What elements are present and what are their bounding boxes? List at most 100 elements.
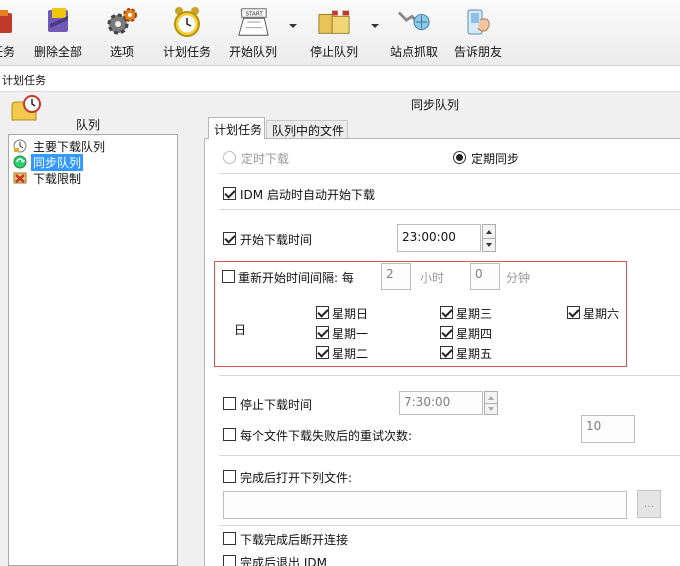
delete-all-button[interactable]: 删除全部	[30, 0, 86, 64]
retries-checkbox[interactable]	[223, 428, 236, 441]
start-queue-button[interactable]: START 开始队列	[226, 0, 280, 64]
one-time-label: 定时下载	[241, 152, 290, 166]
day-monday-checkbox[interactable]	[316, 326, 329, 339]
download-limit-icon	[13, 172, 27, 184]
start-queue-dropdown-icon[interactable]	[289, 24, 297, 28]
retries-label: 每个文件下载失败后的重试次数:	[240, 429, 413, 443]
stop-queue-label: 停止队列	[309, 45, 358, 59]
spin-down-icon	[488, 407, 494, 411]
queue-tree[interactable]: 主要下载队列 同步队列 下载限制	[8, 134, 178, 566]
days-label: 日	[234, 323, 247, 337]
separator	[219, 525, 680, 526]
sync-queue-icon	[13, 155, 27, 169]
tab-schedule[interactable]: 计划任务	[208, 117, 265, 139]
separator	[219, 173, 680, 174]
task-icon	[0, 5, 20, 39]
delete-all-icon	[41, 5, 75, 39]
open-file-checkbox[interactable]	[223, 470, 236, 483]
start-time-checkbox[interactable]	[223, 232, 236, 245]
stop-time-input[interactable]: 7:30:00	[399, 391, 483, 415]
site-grabber-label: 站点抓取	[389, 45, 438, 59]
day-wednesday-label: 星期三	[456, 307, 493, 321]
day-thursday-checkbox[interactable]	[440, 326, 453, 339]
periodic-sync-radio[interactable]	[453, 151, 466, 164]
main-queue-icon	[13, 139, 27, 153]
tree-item-main-queue[interactable]: 主要下载队列	[13, 138, 107, 154]
hangup-label: 下载完成后断开连接	[240, 533, 349, 547]
tree-item-label: 下载限制	[33, 171, 82, 186]
tree-item-label: 主要下载队列	[33, 139, 106, 154]
retries-input[interactable]: 10	[581, 415, 635, 443]
dialog-title: 计划任务	[0, 66, 680, 92]
hours-input[interactable]: 2	[381, 263, 411, 290]
tell-friend-button[interactable]: 告诉朋友	[452, 0, 504, 64]
gears-icon	[105, 5, 139, 39]
queue-header: 队列	[76, 118, 101, 132]
scheduler-label: 计划任务	[162, 45, 211, 59]
stop-time-checkbox[interactable]	[223, 397, 236, 410]
day-tuesday-label: 星期二	[332, 347, 369, 361]
task-button[interactable]: 任务	[0, 0, 20, 64]
start-time-spinner[interactable]	[482, 224, 496, 252]
tab-files-in-queue[interactable]: 队列中的文件	[266, 120, 348, 139]
hours-unit-label: 小时	[420, 271, 445, 285]
day-wednesday-checkbox[interactable]	[440, 306, 453, 319]
separator	[219, 209, 680, 210]
day-saturday-label: 星期六	[583, 307, 620, 321]
start-time-input[interactable]: 23:00:00	[397, 224, 481, 252]
day-monday-label: 星期一	[332, 327, 369, 341]
day-sunday-label: 星期日	[332, 307, 369, 321]
day-friday-checkbox[interactable]	[440, 346, 453, 359]
separator	[219, 455, 680, 456]
tree-item-sync-queue[interactable]: 同步队列	[13, 153, 84, 171]
stop-time-spinner[interactable]	[484, 391, 498, 415]
start-queue-label: 开始队列	[228, 45, 277, 59]
open-file-label: 完成后打开下列文件:	[240, 471, 353, 485]
start-queue-icon: START	[236, 5, 270, 39]
exit-idm-checkbox[interactable]	[223, 555, 236, 566]
day-thursday-label: 星期四	[456, 327, 493, 341]
task-label: 任务	[0, 45, 15, 59]
start-on-idm-label: IDM 启动时自动开始下载	[240, 188, 375, 202]
stop-queue-icon	[317, 5, 351, 39]
periodic-sync-label: 定期同步	[471, 152, 520, 166]
main-toolbar: 任务 删除全部 选项 计划任务 START 开始队列 停止队列 站	[0, 0, 680, 66]
minutes-unit-label: 分钟	[506, 271, 531, 285]
stop-time-label: 停止下载时间	[240, 398, 313, 412]
panel-title: 同步队列	[410, 98, 459, 112]
delete-all-label: 删除全部	[33, 45, 82, 59]
queue-sidebar: 队列 主要下载队列 同步队列 下载限制	[0, 92, 190, 566]
day-sunday-checkbox[interactable]	[316, 306, 329, 319]
start-time-label: 开始下载时间	[240, 233, 313, 247]
hangup-checkbox[interactable]	[223, 532, 236, 545]
restart-interval-checkbox[interactable]	[222, 270, 235, 283]
tell-friend-icon	[461, 5, 495, 39]
options-button[interactable]: 选项	[104, 0, 140, 64]
options-label: 选项	[109, 45, 134, 59]
spin-up-icon	[486, 229, 492, 234]
stop-queue-button[interactable]: 停止队列	[306, 0, 362, 64]
site-grabber-icon	[397, 5, 431, 39]
browse-button[interactable]: ...	[637, 490, 661, 518]
minutes-input[interactable]: 0	[470, 263, 500, 290]
day-saturday-checkbox[interactable]	[567, 306, 580, 319]
restart-interval-label: 重新开始时间间隔: 每	[238, 271, 354, 285]
start-on-idm-checkbox[interactable]	[223, 187, 236, 200]
open-file-path-input[interactable]	[223, 491, 627, 519]
stop-queue-dropdown-icon[interactable]	[371, 24, 379, 28]
spin-up-icon	[488, 395, 494, 400]
day-friday-label: 星期五	[456, 347, 493, 361]
tell-friend-label: 告诉朋友	[453, 45, 502, 59]
exit-idm-label: 完成后退出 IDM	[240, 556, 327, 566]
queue-clock-icon	[10, 94, 42, 127]
tree-item-download-limit[interactable]: 下载限制	[13, 170, 83, 186]
site-grabber-button[interactable]: 站点抓取	[388, 0, 440, 64]
tree-item-label: 同步队列	[31, 153, 84, 171]
spin-down-icon	[486, 243, 492, 247]
day-tuesday-checkbox[interactable]	[316, 346, 329, 359]
one-time-radio[interactable]	[223, 151, 236, 164]
separator	[219, 375, 680, 376]
svg-text:START: START	[245, 11, 263, 17]
scheduler-button[interactable]: 计划任务	[160, 0, 214, 64]
alarm-clock-icon	[170, 5, 204, 39]
